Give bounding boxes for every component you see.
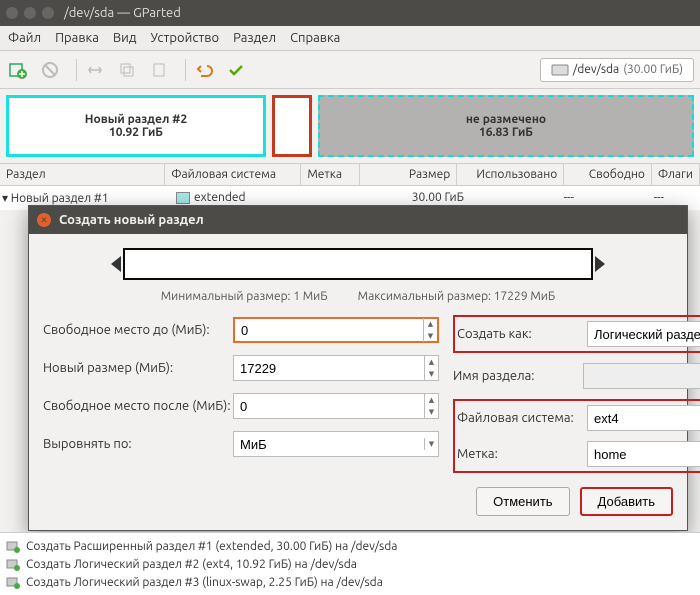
unallocated-name: не размечено	[466, 113, 546, 126]
pending-operations: Создать Расширенный раздел #1 (extended,…	[0, 532, 700, 595]
col-filesystem[interactable]: Файловая система	[165, 164, 301, 185]
col-partition[interactable]: Раздел	[0, 164, 165, 185]
size-limits: Минимальный размер: 1 МиБ Максимальный р…	[29, 286, 687, 315]
dialog-title: Создать новый раздел	[59, 213, 204, 227]
menu-file[interactable]: Файл	[8, 31, 41, 45]
partition-name-label: Имя раздела:	[453, 369, 583, 383]
slider-right-icon[interactable]	[595, 256, 605, 272]
col-used[interactable]: Использовано	[457, 164, 564, 185]
align-label: Выровнять по:	[43, 437, 233, 451]
undo-icon[interactable]	[192, 58, 216, 82]
partition-box-gap[interactable]	[272, 95, 312, 157]
close-window-icon[interactable]	[6, 7, 18, 19]
align-select[interactable]: ▼	[233, 431, 439, 457]
menu-help[interactable]: Справка	[290, 31, 340, 45]
add-button[interactable]: Добавить	[580, 487, 673, 516]
device-size: (30.00 ГиБ)	[623, 63, 683, 76]
spin-down-icon[interactable]: ▼	[425, 368, 438, 380]
operation-icon	[6, 557, 20, 571]
resize-icon	[83, 58, 107, 82]
col-size[interactable]: Размер	[360, 164, 457, 185]
partition-box-name: Новый раздел #2	[85, 113, 187, 126]
pending-row[interactable]: Создать Логический раздел #2 (ext4, 10.9…	[6, 555, 694, 573]
menu-device[interactable]: Устройство	[150, 31, 219, 45]
create-partition-dialog: ✕ Создать новый раздел Минимальный разме…	[28, 205, 688, 531]
col-flags[interactable]: Флаги	[652, 164, 700, 185]
fs-swatch-icon	[176, 192, 190, 204]
spin-down-icon[interactable]: ▼	[425, 406, 438, 418]
apply-icon[interactable]	[224, 58, 248, 82]
row-fs: extended	[194, 191, 246, 204]
pending-row[interactable]: Создать Расширенный раздел #1 (extended,…	[6, 537, 694, 555]
operation-icon	[6, 575, 20, 589]
partition-box-size: 10.92 ГиБ	[109, 126, 163, 139]
maximize-window-icon[interactable]	[42, 7, 54, 19]
volume-label-label: Метка:	[457, 447, 587, 461]
slider-track[interactable]	[123, 248, 593, 280]
new-size-input[interactable]: ▲▼	[233, 355, 439, 381]
free-before-label: Свободное место до (МиБ):	[43, 323, 233, 337]
window-title: /dev/sda — GParted	[64, 6, 181, 20]
unallocated-size: 16.83 ГиБ	[479, 126, 533, 139]
row-partition: Новый раздел #1	[11, 192, 109, 205]
paste-icon	[147, 58, 171, 82]
dialog-titlebar: ✕ Создать новый раздел	[29, 206, 687, 234]
chevron-down-icon[interactable]: ▼	[425, 438, 438, 450]
partition-box-new2[interactable]: Новый раздел #2 10.92 ГиБ	[6, 95, 266, 157]
new-partition-icon[interactable]	[6, 58, 30, 82]
toolbar: /dev/sda (30.00 ГиБ)	[0, 51, 700, 89]
operation-icon	[6, 539, 20, 553]
spin-up-icon[interactable]: ▲	[424, 318, 437, 330]
menubar: Файл Правка Вид Устройство Раздел Справк…	[0, 26, 700, 51]
spin-up-icon[interactable]: ▲	[425, 356, 438, 368]
device-path: /dev/sda	[573, 63, 619, 76]
volume-label-input[interactable]	[587, 441, 700, 467]
copy-icon	[115, 58, 139, 82]
col-label[interactable]: Метка	[301, 164, 360, 185]
free-after-input[interactable]: ▲▼	[233, 393, 439, 419]
spin-up-icon[interactable]: ▲	[425, 394, 438, 406]
window-titlebar: /dev/sda — GParted	[0, 0, 700, 26]
pending-row[interactable]: Создать Логический раздел #3 (linux-swap…	[6, 573, 694, 591]
partition-box-unallocated[interactable]: не размечено 16.83 ГиБ	[318, 95, 694, 157]
minimize-window-icon[interactable]	[24, 7, 36, 19]
disk-map: Новый раздел #2 10.92 ГиБ не размечено 1…	[0, 89, 700, 163]
filesystem-label: Файловая система:	[457, 411, 587, 425]
size-slider[interactable]	[29, 234, 687, 286]
spin-down-icon[interactable]: ▼	[424, 330, 437, 342]
delete-partition-icon	[38, 58, 62, 82]
col-free[interactable]: Свободно	[564, 164, 652, 185]
min-size-label: Минимальный размер: 1 МиБ	[161, 290, 328, 303]
disk-icon	[551, 63, 569, 77]
menu-view[interactable]: Вид	[113, 31, 137, 45]
menu-edit[interactable]: Правка	[55, 31, 99, 45]
free-after-label: Свободное место после (МиБ):	[43, 399, 233, 413]
partition-table-header: Раздел Файловая система Метка Размер Исп…	[0, 163, 700, 186]
max-size-label: Максимальный размер: 17229 МиБ	[358, 290, 556, 303]
menu-partition[interactable]: Раздел	[233, 31, 276, 45]
create-as-label: Создать как:	[457, 327, 587, 341]
free-before-input[interactable]: ▲▼	[233, 317, 439, 343]
partition-name-input	[583, 363, 700, 389]
slider-left-icon[interactable]	[111, 256, 121, 272]
device-selector[interactable]: /dev/sda (30.00 ГиБ)	[540, 58, 694, 82]
create-as-select[interactable]: ▼	[587, 321, 700, 347]
filesystem-select[interactable]: ▼	[587, 405, 700, 431]
dialog-close-icon[interactable]: ✕	[37, 213, 51, 227]
new-size-label: Новый размер (МиБ):	[43, 361, 233, 375]
cancel-button[interactable]: Отменить	[476, 487, 569, 516]
